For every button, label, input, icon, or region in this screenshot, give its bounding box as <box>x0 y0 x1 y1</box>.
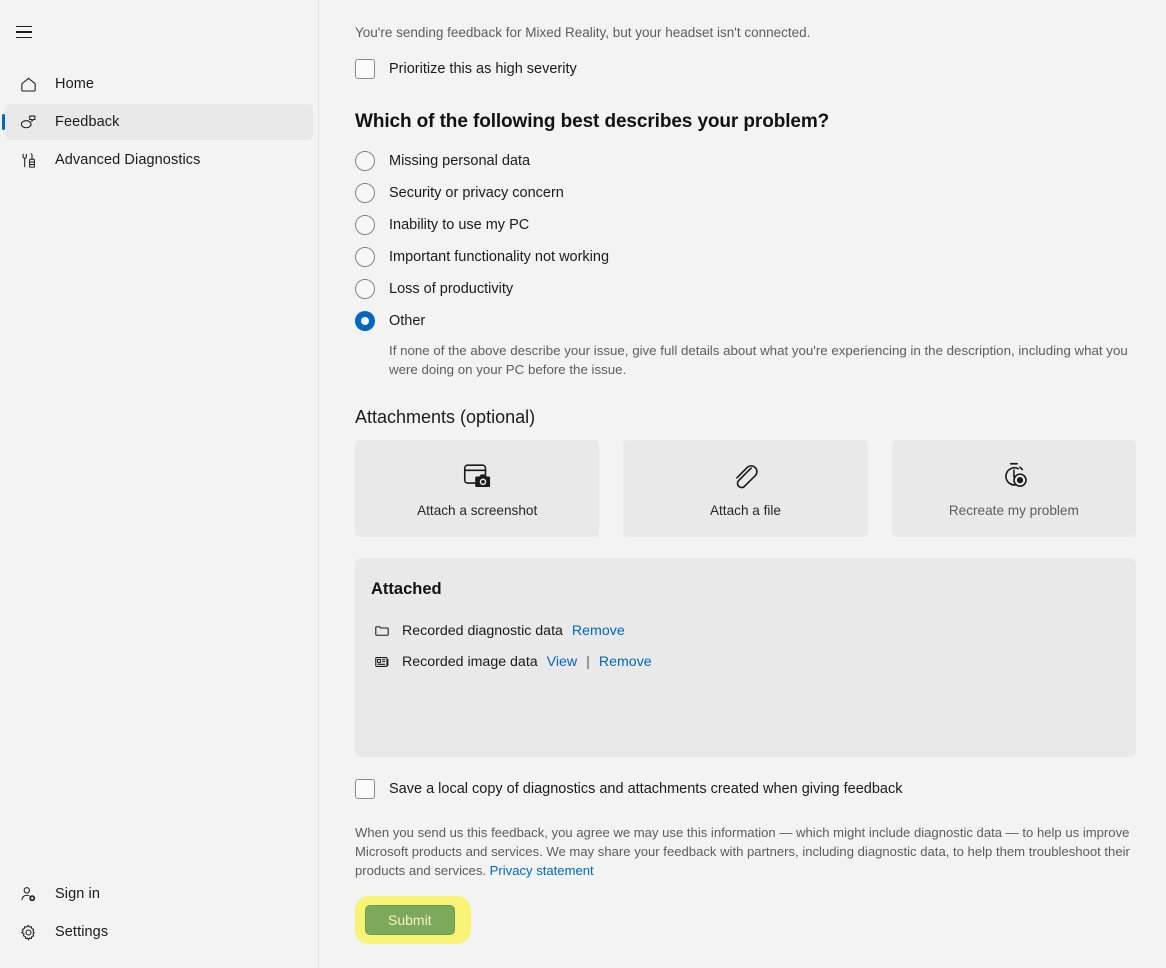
radio-security-privacy-concern[interactable]: Security or privacy concern <box>355 177 1136 209</box>
radio-circle[interactable] <box>355 246 375 267</box>
stopwatch-record-icon <box>998 459 1030 493</box>
submit-highlight-ring: Submit <box>355 896 471 945</box>
radio-loss-of-productivity[interactable]: Loss of productivity <box>355 273 1136 305</box>
attach-a-screenshot-card[interactable]: Attach a screenshot <box>355 439 600 537</box>
screenshot-icon <box>461 459 493 493</box>
link-separator: | <box>586 654 590 671</box>
hamburger-line <box>16 25 32 28</box>
radio-missing-personal-data[interactable]: Missing personal data <box>355 145 1136 177</box>
sidebar-nav-bottom: Sign in Settings <box>0 874 318 968</box>
hamburger-line <box>16 31 32 33</box>
checkbox-label: Save a local copy of diagnostics and att… <box>389 780 903 797</box>
sidebar-item-settings[interactable]: Settings <box>5 914 313 950</box>
feedback-form: You're sending feedback for Mixed Realit… <box>319 0 1166 968</box>
radio-label: Security or privacy concern <box>389 184 564 201</box>
card-label: Attach a file <box>709 502 781 518</box>
attachment-name: Recorded image data <box>402 654 538 671</box>
sidebar-item-label: Settings <box>55 923 109 940</box>
submit-button[interactable]: Submit <box>365 905 455 936</box>
legal-disclaimer: When you send us this feedback, you agre… <box>355 823 1136 881</box>
sidebar-item-advanced-diagnostics[interactable]: Advanced Diagnostics <box>5 142 313 178</box>
checkbox-box[interactable] <box>355 58 375 79</box>
sidebar-item-home[interactable]: Home <box>5 66 313 102</box>
feedback-hub-window: Home Feedback Advanced Diagnostics Sign … <box>0 0 1166 968</box>
privacy-statement-link[interactable]: Privacy statement <box>490 863 594 878</box>
sidebar-item-label: Sign in <box>55 885 101 902</box>
radio-circle[interactable] <box>355 150 375 171</box>
radio-important-functionality-not-working[interactable]: Important functionality not working <box>355 241 1136 273</box>
folder-icon <box>371 623 393 639</box>
prioritize-high-severity-checkbox[interactable]: Prioritize this as high severity <box>355 58 1136 79</box>
home-icon <box>17 73 39 95</box>
attached-panel: Attached Recorded diagnostic data Remove <box>355 557 1136 757</box>
sidebar-item-label: Feedback <box>55 113 120 130</box>
radio-circle-selected[interactable] <box>355 310 375 331</box>
other-option-help-text: If none of the above describe your issue… <box>389 342 1128 378</box>
view-link[interactable]: View <box>547 654 578 670</box>
radio-inability-to-use-pc[interactable]: Inability to use my PC <box>355 209 1136 241</box>
hamburger-line <box>16 36 32 39</box>
problem-question-heading: Which of the following best describes yo… <box>355 110 830 132</box>
attachment-card-list: Attach a screenshot Attach a file Recrea… <box>355 439 1136 537</box>
checkbox-label: Prioritize this as high severity <box>389 60 577 77</box>
add-user-icon <box>17 883 39 905</box>
sidebar: Home Feedback Advanced Diagnostics Sign … <box>0 0 319 968</box>
radio-label: Important functionality not working <box>389 248 610 265</box>
diagnostics-icon <box>17 149 39 171</box>
recreate-my-problem-card[interactable]: Recreate my problem <box>891 439 1136 537</box>
image-card-icon <box>371 654 393 670</box>
sidebar-item-feedback[interactable]: Feedback <box>5 104 313 140</box>
card-label: Recreate my problem <box>948 502 1079 518</box>
legal-text: When you send us this feedback, you agre… <box>355 824 1130 879</box>
radio-label: Loss of productivity <box>389 280 514 297</box>
radio-circle[interactable] <box>355 278 375 299</box>
sidebar-item-sign-in[interactable]: Sign in <box>5 876 313 912</box>
problem-radio-group: Missing personal data Security or privac… <box>355 145 1136 337</box>
radio-label: Other <box>389 312 426 329</box>
paperclip-icon <box>729 459 761 493</box>
attachments-heading: Attachments (optional) <box>355 406 536 427</box>
attached-row-diagnostic-data: Recorded diagnostic data Remove <box>371 616 1116 647</box>
checkbox-box[interactable] <box>355 778 375 799</box>
attach-a-file-card[interactable]: Attach a file <box>623 439 868 537</box>
radio-circle[interactable] <box>355 214 375 235</box>
attachment-name: Recorded diagnostic data <box>402 623 563 640</box>
sidebar-item-label: Home <box>55 75 95 92</box>
radio-label: Inability to use my PC <box>389 216 530 233</box>
sidebar-nav-top: Home Feedback Advanced Diagnostics <box>0 64 318 180</box>
feedback-icon <box>17 111 39 133</box>
radio-label: Missing personal data <box>389 152 531 169</box>
card-label: Attach a screenshot <box>417 502 538 518</box>
save-local-copy-checkbox[interactable]: Save a local copy of diagnostics and att… <box>355 778 1136 799</box>
headset-notice: You're sending feedback for Mixed Realit… <box>355 25 811 40</box>
remove-link[interactable]: Remove <box>572 623 625 639</box>
gear-icon <box>17 921 39 943</box>
menu-hamburger-icon[interactable] <box>2 14 46 50</box>
attached-title: Attached <box>371 579 442 598</box>
sidebar-item-label: Advanced Diagnostics <box>55 151 201 168</box>
remove-link[interactable]: Remove <box>599 654 652 670</box>
radio-other[interactable]: Other <box>355 305 1136 337</box>
radio-circle[interactable] <box>355 182 375 203</box>
attached-row-image-data: Recorded image data View | Remove <box>371 647 1116 678</box>
